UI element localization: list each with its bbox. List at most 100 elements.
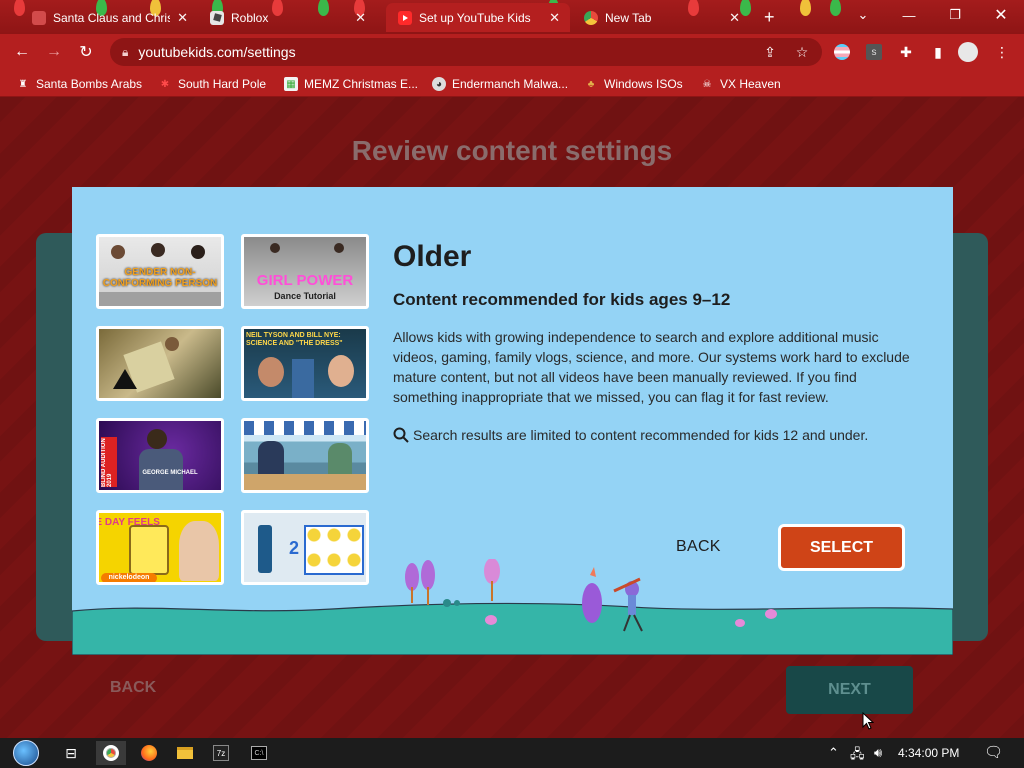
search-icon: [393, 427, 409, 443]
content-level-dialog: GENDER NON-CONFORMING PERSON BLIND AUDIT…: [72, 187, 953, 655]
youtube-favicon-icon: [398, 10, 412, 25]
network-icon[interactable]: 🖧︎: [850, 745, 865, 767]
bookmark-memz[interactable]: ▦ MEMZ Christmas E...: [284, 75, 418, 93]
side-panel-icon[interactable]: ▮: [928, 42, 948, 62]
address-text: youtubekids.com/settings: [138, 44, 296, 60]
restore-button[interactable]: ❐: [932, 0, 978, 30]
reload-icon[interactable]: ↻: [74, 40, 98, 64]
tab-roblox[interactable]: Roblox ✕: [198, 3, 376, 32]
bookmark-label: Windows ISOs: [604, 77, 683, 91]
forward-arrow-icon[interactable]: →: [42, 40, 66, 64]
bookmark-label: MEMZ Christmas E...: [304, 77, 419, 91]
tab-new-tab[interactable]: New Tab ✕: [572, 3, 750, 32]
new-tab-button[interactable]: +: [758, 3, 788, 32]
vx-heaven-icon: ☠: [702, 78, 712, 90]
bookmark-label: South Hard Pole: [178, 77, 267, 91]
page-title: Review content settings: [351, 135, 673, 166]
bookmark-santa-bombs[interactable]: ♜ Santa Bombs Arabs: [16, 75, 143, 93]
video-thumbnail: GAME DAY FEELS nickelodeon: [96, 510, 224, 585]
memz-icon: ▦: [284, 77, 298, 91]
page-back-button[interactable]: BACK: [110, 679, 156, 697]
lock-icon: 🔒︎: [122, 44, 129, 59]
close-tab-icon[interactable]: ✕: [355, 10, 366, 26]
close-tab-icon[interactable]: ✕: [177, 10, 188, 26]
dialog-back-button[interactable]: BACK: [676, 538, 721, 556]
command-prompt-taskbar-icon[interactable]: C:\: [244, 741, 274, 765]
tab-title: Roblox: [231, 10, 269, 25]
tab-youtube-kids[interactable]: Set up YouTube Kids ✕: [386, 3, 570, 32]
start-button[interactable]: [6, 738, 46, 768]
thumbnail-caption: 2: [288, 538, 299, 558]
page-next-button[interactable]: NEXT: [786, 666, 913, 714]
tab-title: Set up YouTube Kids: [419, 10, 531, 25]
task-view-icon[interactable]: ⊟: [56, 741, 86, 765]
thumbnail-caption: GENDER NON-CONFORMING PERSON: [102, 267, 218, 289]
thumbnail-caption: nickelodeon: [101, 573, 157, 582]
mushroom-illustration: [735, 619, 745, 627]
menu-kebab-icon[interactable]: ⋮: [992, 42, 1012, 62]
video-thumbnail: BLIND AUDITION 2019 GEORGE MICHAEL: [96, 418, 224, 493]
notifications-icon[interactable]: 🗨︎: [984, 743, 1003, 761]
santa-favicon-icon: [32, 10, 46, 25]
tree-illustration: [405, 559, 500, 607]
dialog-subtitle: Content recommended for kids ages 9–12: [393, 290, 731, 309]
bookmark-windows-isos[interactable]: ♣ Windows ISOs: [584, 75, 683, 93]
santa-icon: ♜: [18, 78, 28, 90]
bookmarks-bar: ♜ Santa Bombs Arabs ✱ South Hard Pole ▦ …: [0, 70, 1024, 97]
windows-taskbar: ⊟ 7z C:\ ⌃ 🖧︎ 🔊︎ 4:34:00 PM 🗨︎: [0, 738, 1024, 768]
show-hidden-icons-chevron-icon[interactable]: ⌃: [828, 745, 839, 761]
extension-flag-icon[interactable]: [832, 42, 852, 62]
bookmark-label: Endermanch Malwa...: [452, 77, 569, 91]
close-window-button[interactable]: ✕: [978, 0, 1024, 30]
search-note: Search results are limited to content re…: [393, 427, 868, 443]
close-tab-icon[interactable]: ✕: [729, 10, 740, 26]
raccoon-icon: ◕: [432, 77, 446, 91]
profile-avatar-icon[interactable]: [958, 42, 978, 62]
tab-search-chevron-icon[interactable]: ⌄: [840, 0, 886, 30]
bookmark-label: VX Heaven: [720, 77, 781, 91]
mouse-cursor-icon: [862, 712, 874, 730]
thumbnail-caption: GIRL POWER: [256, 272, 354, 289]
thumbnail-caption: BLIND AUDITION 2019: [101, 437, 117, 487]
chrome-taskbar-icon[interactable]: [96, 741, 126, 765]
7zip-taskbar-icon[interactable]: 7z: [206, 741, 236, 765]
taskbar-clock[interactable]: 4:34:00 PM: [898, 746, 959, 760]
bookmark-star-icon[interactable]: ☆: [792, 42, 812, 62]
christmas-light-icon: [800, 0, 811, 16]
bookmark-endermanch[interactable]: ◕ Endermanch Malwa...: [432, 75, 568, 93]
back-arrow-icon[interactable]: ←: [10, 40, 34, 64]
minimize-button[interactable]: —: [886, 0, 932, 30]
close-tab-icon[interactable]: ✕: [549, 10, 560, 26]
bookmark-label: Santa Bombs Arabs: [36, 77, 143, 91]
video-thumbnail: GIRL POWER Dance Tutorial: [241, 234, 369, 309]
tab-santa-claus[interactable]: Santa Claus and Christ ✕: [20, 3, 198, 32]
landscape-illustration: [72, 602, 953, 655]
thumbnail-caption: NEIL TYSON AND BILL NYE: SCIENCE AND "TH…: [246, 332, 343, 347]
windows-logo-icon: [13, 740, 39, 766]
thumbnail-caption: Dance Tutorial: [274, 291, 336, 301]
mushroom-illustration: [485, 615, 497, 625]
file-explorer-taskbar-icon[interactable]: [170, 741, 200, 765]
buddha-icon: ♣: [587, 78, 595, 90]
dialog-description: Allows kids with growing independence to…: [393, 329, 910, 405]
bookmark-south-hard-pole[interactable]: ✱ South Hard Pole: [158, 75, 266, 93]
characters-illustration: [582, 567, 643, 632]
video-thumbnail: GENDER NON-CONFORMING PERSON: [96, 234, 224, 309]
bookmark-vx-heaven[interactable]: ☠ VX Heaven: [700, 75, 781, 93]
firefox-taskbar-icon[interactable]: [134, 741, 164, 765]
plus-icon: +: [764, 7, 775, 27]
extension-s-icon[interactable]: s: [864, 42, 884, 62]
snowflake-icon: ✱: [160, 78, 170, 90]
video-thumbnail: NEIL TYSON AND BILL NYE: SCIENCE AND "TH…: [241, 326, 369, 401]
tab-title: Santa Claus and Christ: [53, 10, 171, 25]
select-button[interactable]: SELECT: [778, 524, 905, 571]
extensions-puzzle-icon[interactable]: ✚: [896, 42, 916, 62]
search-note-text: Search results are limited to content re…: [413, 427, 869, 443]
address-bar[interactable]: 🔒︎ youtubekids.com/settings: [110, 38, 822, 66]
dialog-title: Older: [393, 240, 472, 273]
share-icon[interactable]: ⇪: [760, 42, 780, 62]
thumbnail-caption: GEORGE MICHAEL: [142, 470, 198, 476]
tab-strip: Santa Claus and Christ ✕ Roblox ✕ Set up…: [0, 0, 1024, 34]
volume-icon[interactable]: 🔊︎: [874, 745, 882, 761]
browser-toolbar: ← → ↻ 🔒︎ youtubekids.com/settings ⇪ ☆ s …: [0, 34, 1024, 70]
